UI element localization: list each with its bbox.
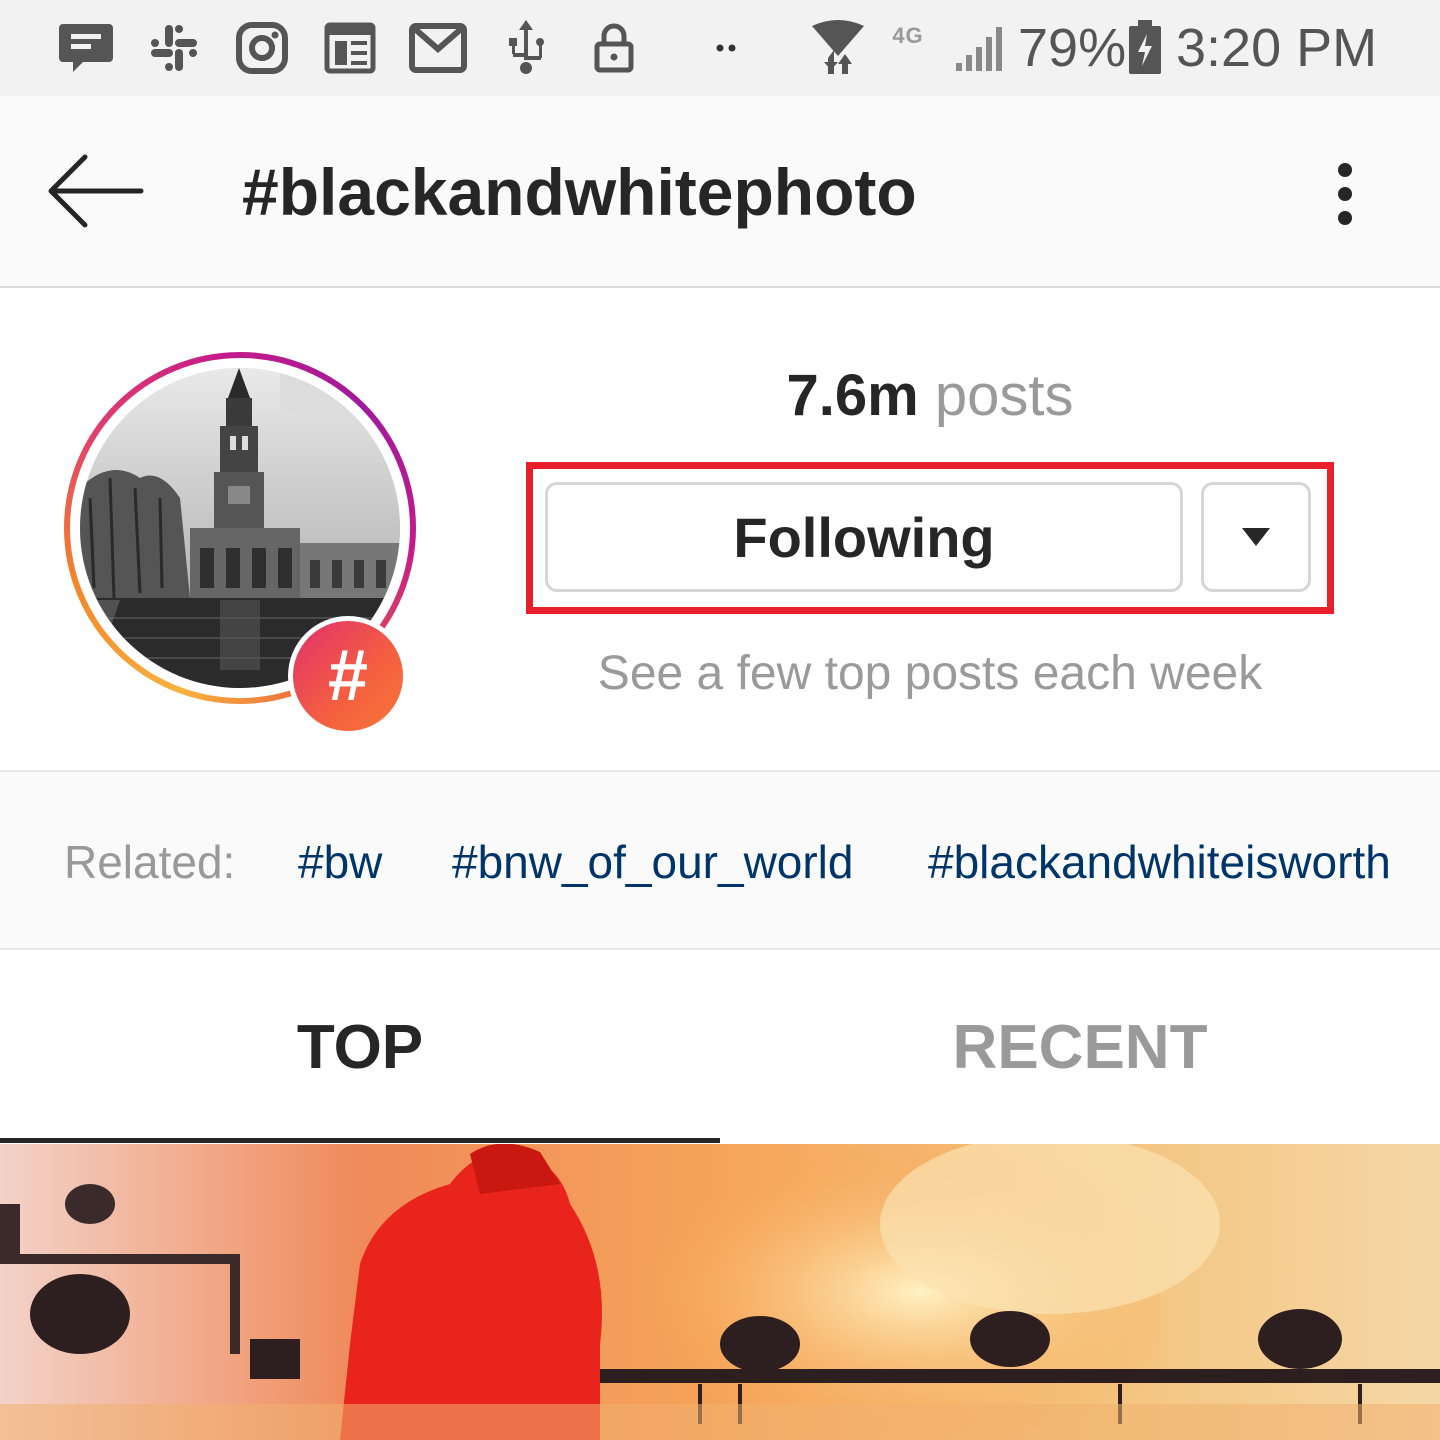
related-tag-bw[interactable]: #bw (298, 834, 382, 890)
slack-icon (144, 20, 204, 76)
active-tab-indicator (0, 1138, 720, 1143)
tab-recent[interactable]: RECENT (720, 950, 1440, 1144)
tab-top[interactable]: TOP (0, 950, 720, 1144)
more-vertical-icon (1338, 163, 1352, 177)
battery-icon (1120, 20, 1170, 76)
post-count: 7.6m posts (640, 360, 1220, 432)
more-options-button[interactable] (1310, 154, 1380, 234)
follow-subtext: See a few top posts each week (597, 647, 1263, 700)
page-title: #blackandwhitephoto (242, 155, 917, 229)
feed-tabs: TOP RECENT (0, 950, 1440, 1144)
post-thumbnail[interactable] (0, 1144, 1440, 1440)
battery-percent: 79% (1018, 18, 1127, 78)
triangle-down-icon (1242, 528, 1270, 546)
signal-icon (950, 20, 1010, 76)
arrow-left-icon (48, 154, 144, 228)
related-label: Related: (64, 836, 236, 888)
lock-icon (584, 20, 644, 76)
app-header: #blackandwhitephoto (0, 96, 1440, 288)
post-count-number: 7.6m (786, 363, 919, 428)
hashtag-icon: # (293, 621, 403, 731)
network-4g-icon: 4G (878, 20, 938, 76)
post-count-label: posts (934, 363, 1074, 428)
wifi-icon (808, 20, 868, 76)
following-button[interactable]: Following (545, 482, 1183, 592)
news-icon (320, 20, 380, 76)
back-button[interactable] (40, 146, 150, 236)
network-4g-label: 4G (892, 23, 924, 48)
related-hashtags: Related: #bw #bnw_of_our_world #blackand… (0, 770, 1440, 950)
related-tag-blackandwhiteisworth[interactable]: #blackandwhiteisworth (928, 834, 1391, 890)
clock: 3:20 PM (1176, 18, 1378, 78)
usb-icon (496, 20, 556, 76)
status-bar: 4G 79% 3:20 PM (0, 0, 1440, 96)
hashtag-badge: # (288, 616, 408, 736)
chat-icon (56, 20, 116, 76)
gmail-icon (408, 20, 468, 76)
instagram-icon (232, 20, 292, 76)
related-tag-bnw-of-our-world[interactable]: #bnw_of_our_world (452, 834, 854, 890)
more-dots-icon (696, 20, 756, 76)
hashtag-profile: # 7.6m posts Following See a few top pos… (0, 290, 1440, 770)
follow-dropdown-button[interactable] (1201, 482, 1311, 592)
